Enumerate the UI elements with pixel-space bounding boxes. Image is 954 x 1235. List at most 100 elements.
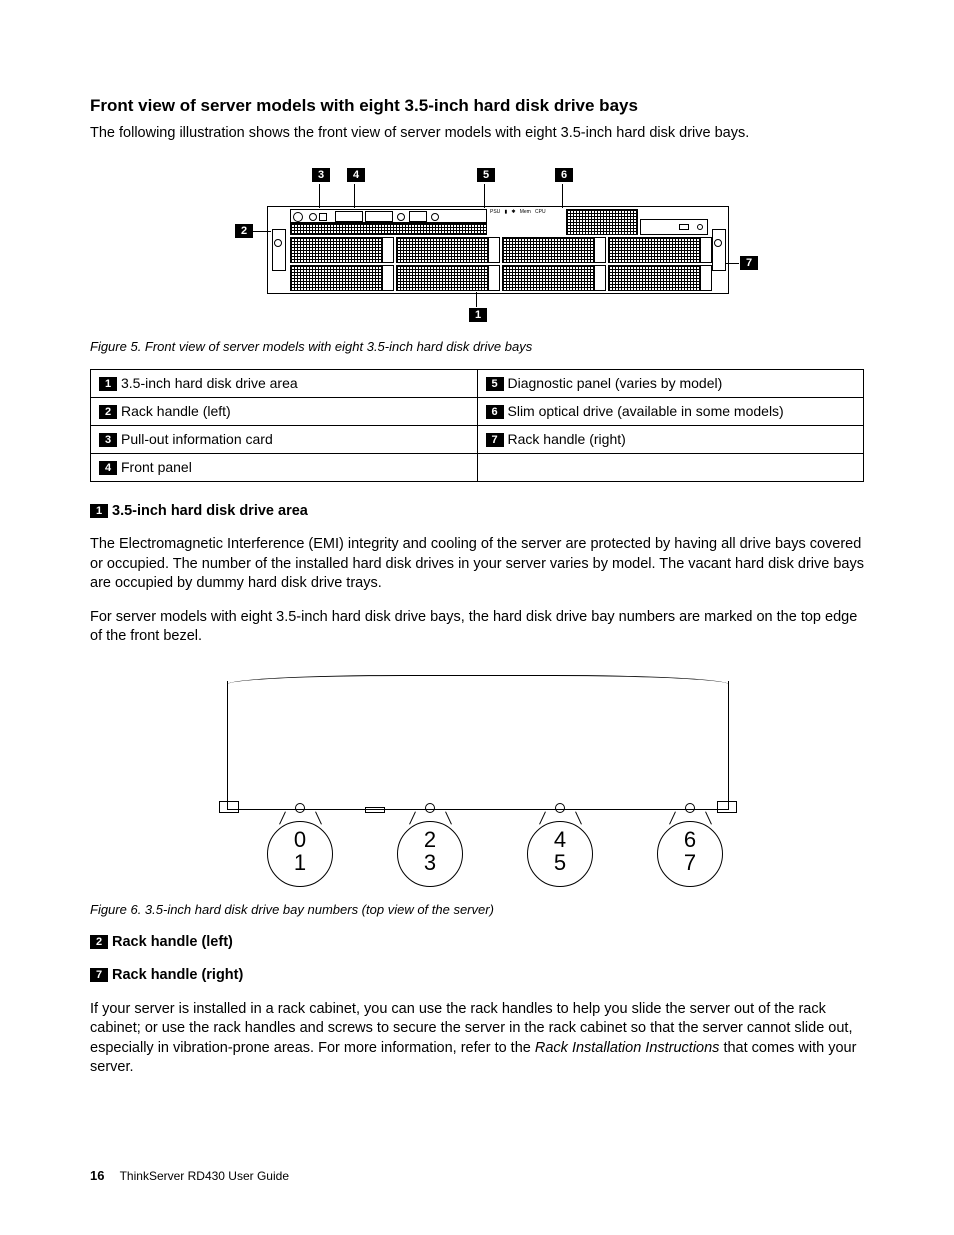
leader-line [539,811,546,824]
subheading-text: 3.5-inch hard disk drive area [112,503,308,519]
leader-line [484,184,485,208]
legend-text: Front panel [121,459,192,475]
bay-number: 4 [528,828,592,851]
hdd-latch-icon [594,237,606,263]
callout-num: 3 [99,433,117,447]
figure-6-illustration: 0 1 2 3 4 5 6 7 [197,671,757,891]
legend-text: Rack handle (left) [121,403,231,419]
led-icon [697,224,703,230]
callout-num: 7 [486,433,504,447]
port-icon [409,211,427,222]
info-card-icon [335,211,363,222]
optical-drive-icon [640,219,708,235]
doc-title: ThinkServer RD430 User Guide [120,1169,289,1183]
leader-line [354,184,355,208]
legend-text: Pull-out information card [121,431,273,447]
bay-number: 0 [268,828,332,851]
leader-line [562,184,563,208]
subheading-text: Rack handle (left) [112,934,233,950]
rack-handle-right-icon [712,229,726,271]
leader-line [476,292,477,307]
led-icon [431,213,439,221]
hdd-latch-icon [488,237,500,263]
figure-6-caption: Figure 6. 3.5-inch hard disk drive bay n… [90,901,864,919]
legend-cell: 6 Slim optical drive (available in some m… [477,397,864,425]
hdd-bay-icon [290,265,382,291]
marker-dot-icon [295,803,305,813]
callout-num: 1 [90,504,108,518]
bay-number: 1 [268,851,332,874]
callout-2: 2 [235,224,253,238]
legend-cell: 2 Rack handle (left) [91,397,478,425]
led-icon [397,213,405,221]
leader-line [669,811,676,824]
table-row: 13.5-inch hard disk drive area 5Diagnost… [91,370,864,398]
legend-text: Slim optical drive (available in some mo… [508,403,784,419]
callout-7: 7 [740,256,758,270]
legend-cell: 5 Diagnostic panel (varies by model) [477,370,864,398]
hdd-latch-icon [594,265,606,291]
page-footer: 16 ThinkServer RD430 User Guide [90,1167,289,1185]
bay-pair-circle: 2 3 [397,821,463,887]
led-icon [309,213,317,221]
leader-line [705,811,712,824]
legend-cell: 3 Pull-out information card [91,425,478,453]
legend-text: Diagnostic panel (varies by model) [508,375,723,391]
paragraph: For server models with eight 3.5-inch ha… [90,608,864,647]
callout-num: 2 [90,935,108,949]
diagnostic-panel-icon: PSU ▮ ✱ Mem CPU [490,209,560,233]
table-row: 3 Pull-out information card 7 Rack handle … [91,425,864,453]
vent-strip-icon [290,223,487,235]
doc-reference: Rack Installation Instructions [535,1040,720,1056]
hdd-latch-icon [382,237,394,263]
bay-pair-circle: 4 5 [527,821,593,887]
leader-line [409,811,416,824]
subheading-7: 7 Rack handle (right) [90,966,864,986]
callout-num: 6 [486,405,504,419]
server-front-icon: PSU ▮ ✱ Mem CPU [267,206,729,294]
page: Front view of server models with eight 3… [0,0,954,1235]
bay-number: 2 [398,828,462,851]
bay-number: 7 [658,851,722,874]
legend-text: Rack handle (right) [508,431,626,447]
screw-icon [274,239,282,247]
bay-pair-circle: 0 1 [267,821,333,887]
table-row: 2 Rack handle (left) 6 Slim optical drive … [91,397,864,425]
eject-icon [679,224,689,230]
subheading-1: 1 3.5-inch hard disk drive area [90,502,864,522]
callout-6: 6 [555,168,573,182]
slot-icon [365,807,385,813]
screw-icon [714,239,722,247]
rack-handle-left-icon [272,229,286,271]
callout-num: 2 [99,405,117,419]
legend-cell: 4 Front panel [91,453,478,481]
hdd-bay-icon [396,237,488,263]
callout-num: 1 [99,377,117,391]
legend-table: 13.5-inch hard disk drive area 5Diagnost… [90,369,864,482]
callout-num: 7 [90,968,108,982]
hdd-bay-icon [608,237,700,263]
legend-cell-empty [477,453,864,481]
button-icon [293,212,303,222]
intro-paragraph: The following illustration shows the fro… [90,124,864,144]
hdd-bay-icon [502,265,594,291]
hdd-bay-icon [608,265,700,291]
leader-line [319,184,320,208]
led-icon [319,213,327,221]
section-title: Front view of server models with eight 3… [90,95,864,118]
hdd-bay-icon [396,265,488,291]
vent-icon [566,209,638,235]
hdd-bay-icon [502,237,594,263]
bay-pair-circle: 6 7 [657,821,723,887]
leader-line [445,811,452,824]
callout-5: 5 [477,168,495,182]
marker-dot-icon [555,803,565,813]
leader-line [315,811,322,824]
callout-num: 4 [99,461,117,475]
subheading-text: Rack handle (right) [112,967,243,983]
hdd-latch-icon [700,265,712,291]
callout-num: 5 [486,377,504,391]
figure-5-caption: Figure 5. Front view of server models wi… [90,338,864,356]
figure-5-illustration: 3 4 5 6 2 7 1 [207,168,747,328]
slot-icon [365,211,393,222]
